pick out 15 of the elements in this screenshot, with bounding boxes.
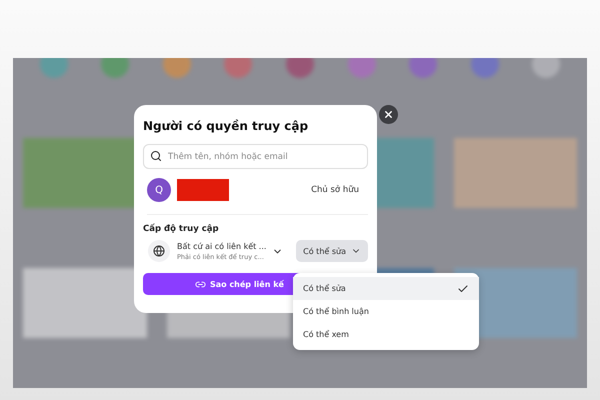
- close-button[interactable]: [379, 105, 398, 124]
- globe-icon: [148, 240, 170, 262]
- role-label: Chủ sở hữu: [311, 185, 359, 195]
- permission-dropdown[interactable]: Có thể sửa: [296, 240, 368, 262]
- user-avatar: Q: [147, 178, 171, 202]
- search-icon: [150, 150, 162, 162]
- menu-item[interactable]: Có thể bình luận: [293, 300, 479, 323]
- menu-item[interactable]: Có thể xem: [293, 323, 479, 346]
- dialog-title: Người có quyền truy cập: [143, 119, 310, 133]
- redacted-block: [177, 179, 229, 201]
- search-field[interactable]: Thêm tên, nhóm hoặc email: [143, 144, 368, 169]
- section-heading: Cấp độ truy cập: [143, 224, 220, 234]
- menu-item[interactable]: Có thể sửa: [293, 277, 479, 300]
- check-icon: [457, 282, 469, 294]
- close-icon: [383, 109, 394, 120]
